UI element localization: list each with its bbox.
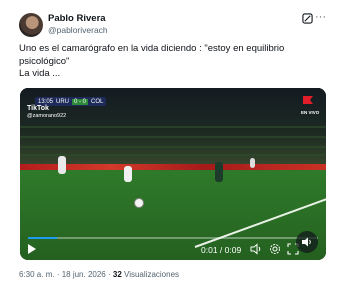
progress-fill <box>28 237 57 239</box>
player <box>58 156 66 174</box>
grok-icon[interactable] <box>302 13 313 24</box>
tweet-date[interactable]: 18 jun. 2026 <box>62 270 106 279</box>
unmute-button[interactable] <box>296 231 318 253</box>
tweet-text: Uno es el camarógrafo en la vida diciend… <box>19 43 329 81</box>
scorebug-home: URU <box>56 98 70 105</box>
video-time: 0:01 / 0:09 <box>201 245 242 255</box>
volume-icon[interactable] <box>250 243 262 255</box>
speaker-icon <box>302 237 311 247</box>
views-count: 32 <box>112 270 122 279</box>
tiktok-username: @zamorano922 <box>27 113 67 119</box>
tweet-meta: 6:30 a. m. · 18 jun. 2026 · 32 Visualiza… <box>19 270 180 279</box>
progress-bar[interactable] <box>28 237 318 239</box>
author-name[interactable]: Pablo Rivera <box>48 13 106 24</box>
scorebug-clock: 13:05 <box>38 98 54 105</box>
avatar[interactable] <box>19 13 43 37</box>
live-label: EN VIVO <box>301 110 320 115</box>
more-options-icon[interactable]: ··· <box>315 11 326 23</box>
tweet-time[interactable]: 6:30 a. m. <box>19 270 55 279</box>
ball <box>134 198 144 208</box>
broadcaster-logo-icon <box>303 96 313 104</box>
player <box>250 158 255 168</box>
scorebug-score: 0 - 0 <box>72 98 89 105</box>
player <box>215 162 223 182</box>
author-handle[interactable]: @pabloriverach <box>48 25 108 35</box>
player <box>124 166 132 182</box>
tweet-text-line: La vida ... <box>19 68 61 79</box>
tweet-text-line: Uno es el camarógrafo en la vida diciend… <box>19 43 285 54</box>
settings-icon[interactable] <box>269 243 281 255</box>
tweet-card: Pablo Rivera @pabloriverach ··· Uno es e… <box>0 0 350 296</box>
tiktok-watermark: TikTok <box>27 105 49 112</box>
tweet-text-line: psicológico" <box>19 55 70 67</box>
video-player[interactable]: 13:05 URU 0 - 0 COL TikTok @zamorano922 … <box>20 88 326 260</box>
views-label: Visualizaciones <box>124 270 180 279</box>
scorebug-away: COL <box>91 98 104 105</box>
play-icon[interactable] <box>27 243 37 255</box>
